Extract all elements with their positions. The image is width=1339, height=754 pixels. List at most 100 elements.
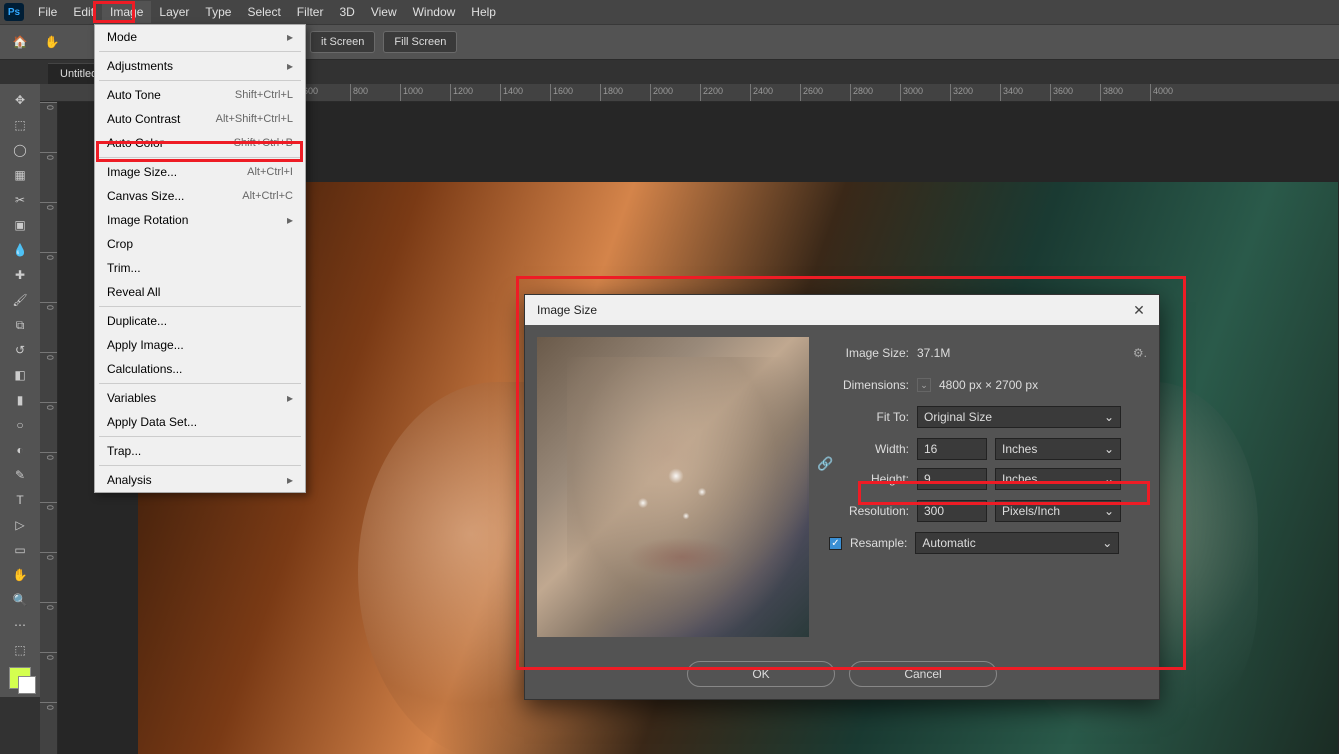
- hand-tool[interactable]: ✋: [4, 563, 36, 587]
- menu-edit[interactable]: Edit: [65, 1, 102, 23]
- menu-item-auto-contrast[interactable]: Auto ContrastAlt+Shift+Ctrl+L: [95, 107, 305, 131]
- menu-item-apply-image-[interactable]: Apply Image...: [95, 333, 305, 357]
- eyedropper-tool-icon[interactable]: 💧: [4, 238, 36, 262]
- foreground-color-swatch[interactable]: [9, 667, 31, 689]
- ruler-vtick: 0: [40, 702, 57, 752]
- fit-screen-button[interactable]: it Screen: [310, 31, 375, 53]
- ruler-tick: 3200: [950, 84, 1000, 101]
- home-icon[interactable]: 🏠: [8, 30, 32, 54]
- heal-tool-icon[interactable]: ✚: [4, 263, 36, 287]
- eraser-tool-icon[interactable]: ◧: [4, 363, 36, 387]
- width-input[interactable]: [917, 438, 987, 460]
- resample-select[interactable]: Automatic⌄: [915, 532, 1119, 554]
- menu-separator: [99, 436, 301, 437]
- ruler-tick: 2000: [650, 84, 700, 101]
- more-icon[interactable]: ⋯: [4, 613, 36, 637]
- menu-view[interactable]: View: [363, 1, 405, 23]
- dimensions-value: 4800 px × 2700 px: [939, 378, 1038, 392]
- pen-tool-icon[interactable]: ✎: [4, 463, 36, 487]
- frame-tool-icon[interactable]: ▣: [4, 213, 36, 237]
- menu-item-trim-[interactable]: Trim...: [95, 256, 305, 280]
- ruler-tick: 3800: [1100, 84, 1150, 101]
- width-unit-select[interactable]: Inches⌄: [995, 438, 1121, 460]
- menu-3d[interactable]: 3D: [331, 1, 362, 23]
- menu-layer[interactable]: Layer: [151, 1, 197, 23]
- lasso-tool-icon[interactable]: ◯: [4, 138, 36, 162]
- height-label: Height:: [843, 472, 909, 486]
- selection-tool-icon[interactable]: ▦: [4, 163, 36, 187]
- menu-window[interactable]: Window: [405, 1, 464, 23]
- hand-tool-icon[interactable]: ✋: [40, 30, 64, 54]
- menu-help[interactable]: Help: [463, 1, 504, 23]
- menu-separator: [99, 51, 301, 52]
- brush-tool-icon[interactable]: 🖌: [4, 288, 36, 312]
- menu-item-crop[interactable]: Crop: [95, 232, 305, 256]
- ruler-tick: 2600: [800, 84, 850, 101]
- gradient-tool-icon[interactable]: ▮: [4, 388, 36, 412]
- menu-item-duplicate-[interactable]: Duplicate...: [95, 309, 305, 333]
- dimensions-label: Dimensions:: [829, 378, 909, 392]
- ruler-tick: 800: [350, 84, 400, 101]
- ruler-vtick: 0: [40, 352, 57, 402]
- resample-label: Resample:: [850, 536, 907, 550]
- ruler-tick: 3600: [1050, 84, 1100, 101]
- type-tool-icon[interactable]: T: [4, 488, 36, 512]
- marquee-tool-icon[interactable]: ⬚: [4, 113, 36, 137]
- menu-file[interactable]: File: [30, 1, 65, 23]
- dialog-titlebar[interactable]: Image Size ✕: [525, 295, 1159, 325]
- fill-screen-button[interactable]: Fill Screen: [383, 31, 457, 53]
- image-size-label: Image Size:: [829, 346, 909, 360]
- height-unit-select[interactable]: Inches⌄: [995, 468, 1121, 490]
- zoom-tool-icon[interactable]: 🔍: [4, 588, 36, 612]
- ruler-vtick: 0: [40, 552, 57, 602]
- menu-item-trap-[interactable]: Trap...: [95, 439, 305, 463]
- menu-item-apply-data-set-[interactable]: Apply Data Set...: [95, 410, 305, 434]
- ruler-tick: 2400: [750, 84, 800, 101]
- resample-checkbox[interactable]: ✓: [829, 537, 842, 550]
- history-brush-icon[interactable]: ↺: [4, 338, 36, 362]
- edit-toolbar-icon[interactable]: ⬚: [4, 638, 36, 662]
- shape-tool-icon[interactable]: ▭: [4, 538, 36, 562]
- menu-item-adjustments[interactable]: Adjustments▸: [95, 54, 305, 78]
- menu-separator: [99, 306, 301, 307]
- dodge-tool-icon[interactable]: ◐: [4, 438, 36, 462]
- ruler-vtick: 0: [40, 502, 57, 552]
- resolution-input[interactable]: [917, 500, 987, 522]
- menu-item-analysis[interactable]: Analysis▸: [95, 468, 305, 492]
- cancel-button[interactable]: Cancel: [849, 661, 997, 687]
- gear-icon[interactable]: ⚙.: [1133, 346, 1147, 360]
- stamp-tool-icon[interactable]: ⧉: [4, 313, 36, 337]
- menu-item-mode[interactable]: Mode▸: [95, 25, 305, 49]
- dialog-form: Image Size: 37.1M ⚙. Dimensions: ⌄ 4800 …: [829, 337, 1147, 637]
- menu-type[interactable]: Type: [197, 1, 239, 23]
- menu-separator: [99, 80, 301, 81]
- menu-image[interactable]: Image: [102, 1, 151, 23]
- dialog-title: Image Size: [537, 303, 597, 317]
- menu-item-canvas-size-[interactable]: Canvas Size...Alt+Ctrl+C: [95, 184, 305, 208]
- fit-to-select[interactable]: Original Size⌄: [917, 406, 1121, 428]
- image-menu-dropdown: Mode▸Adjustments▸Auto ToneShift+Ctrl+LAu…: [94, 24, 306, 493]
- menu-item-reveal-all[interactable]: Reveal All: [95, 280, 305, 304]
- blur-tool-icon[interactable]: ○: [4, 413, 36, 437]
- height-input[interactable]: [917, 468, 987, 490]
- menu-item-calculations-[interactable]: Calculations...: [95, 357, 305, 381]
- menu-item-variables[interactable]: Variables▸: [95, 386, 305, 410]
- resolution-unit-select[interactable]: Pixels/Inch⌄: [995, 500, 1121, 522]
- menu-item-auto-tone[interactable]: Auto ToneShift+Ctrl+L: [95, 83, 305, 107]
- menu-select[interactable]: Select: [239, 1, 288, 23]
- ok-button[interactable]: OK: [687, 661, 835, 687]
- crop-tool-icon[interactable]: ✂: [4, 188, 36, 212]
- menu-filter[interactable]: Filter: [289, 1, 332, 23]
- app-icon: Ps: [4, 3, 24, 21]
- ruler-vertical: 0000000000000: [40, 102, 58, 754]
- menu-item-auto-color[interactable]: Auto ColorShift+Ctrl+B: [95, 131, 305, 155]
- chevron-down-icon[interactable]: ⌄: [917, 378, 931, 392]
- menu-item-image-size-[interactable]: Image Size...Alt+Ctrl+I: [95, 160, 305, 184]
- ruler-tick: 3400: [1000, 84, 1050, 101]
- menu-item-image-rotation[interactable]: Image Rotation▸: [95, 208, 305, 232]
- path-tool-icon[interactable]: ▷: [4, 513, 36, 537]
- link-icon[interactable]: 🔗: [817, 456, 831, 472]
- close-icon[interactable]: ✕: [1129, 300, 1149, 320]
- move-tool-icon[interactable]: ✥: [4, 88, 36, 112]
- image-size-value: 37.1M: [917, 346, 950, 360]
